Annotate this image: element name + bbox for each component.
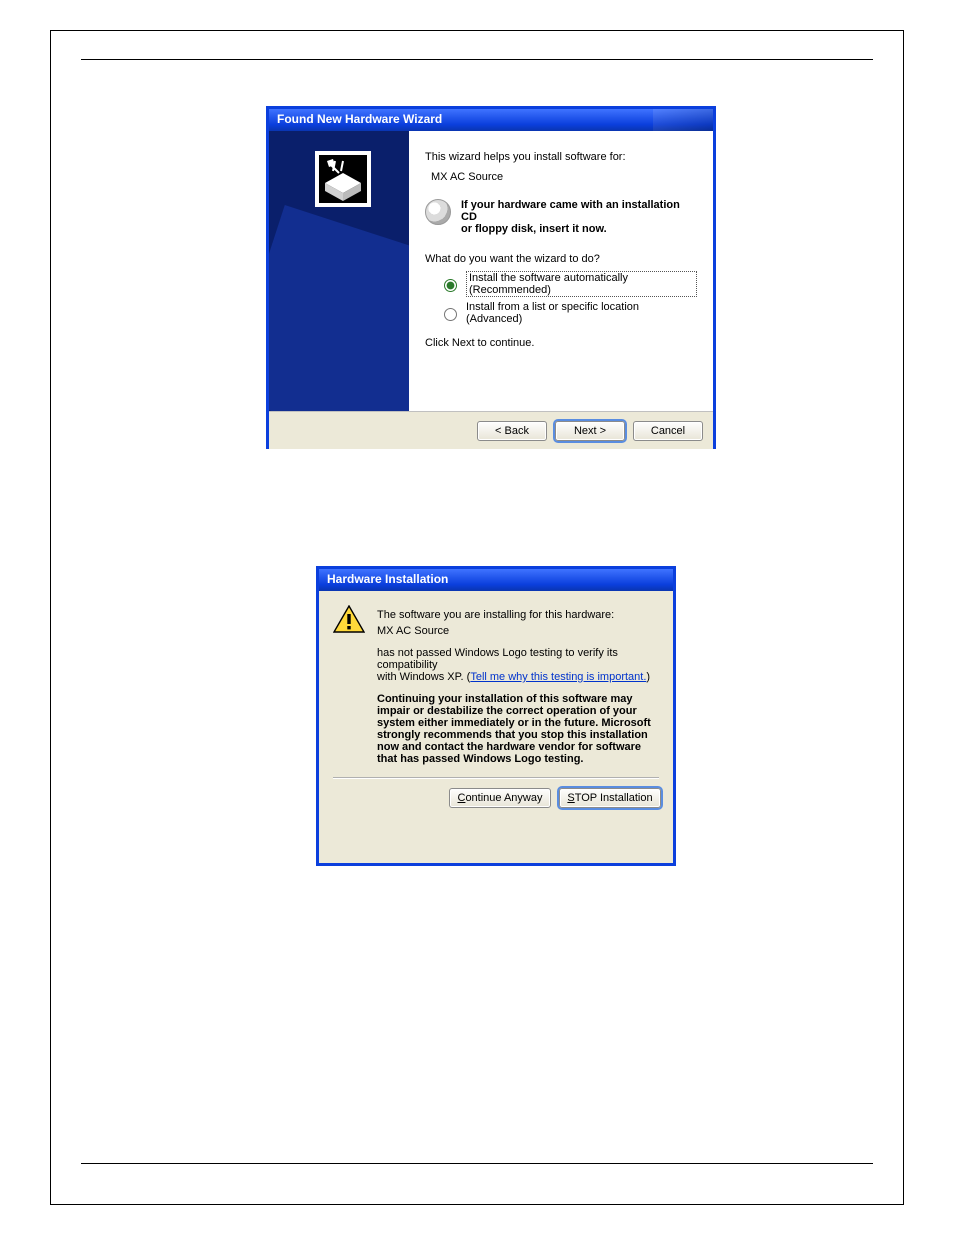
wizard-side-panel (269, 131, 409, 411)
found-new-hardware-wizard-dialog: Found New Hardware Wizard (266, 106, 716, 449)
wizard-continue-hint: Click Next to continue. (425, 337, 697, 349)
wizard-button-row: < Back Next > Cancel (269, 411, 713, 449)
hardware-box-icon (315, 151, 371, 207)
next-button[interactable]: Next > (555, 421, 625, 441)
wizard-title: Found New Hardware Wizard (277, 112, 442, 126)
hwinst-logo-test-text: has not passed Windows Logo testing to v… (377, 647, 659, 683)
hwinst-button-row: Continue Anyway STOP Installation (319, 778, 673, 808)
cd-icon (425, 199, 451, 225)
wizard-device-name: MX AC Source (431, 171, 697, 183)
radio-install-from-list-input[interactable] (444, 308, 457, 321)
wizard-intro-text: This wizard helps you install software f… (425, 151, 697, 163)
hardware-installation-dialog: Hardware Installation The software you a… (316, 566, 676, 866)
logo-testing-link[interactable]: Tell me why this testing is important. (470, 671, 646, 683)
cancel-button[interactable]: Cancel (633, 421, 703, 441)
wizard-question: What do you want the wizard to do? (425, 253, 697, 265)
hwinst-titlebar[interactable]: Hardware Installation (319, 569, 673, 591)
radio-install-automatic-label: Install the software automatically (Reco… (466, 271, 697, 297)
radio-install-from-list[interactable]: Install from a list or specific location… (439, 301, 697, 325)
continue-anyway-button[interactable]: Continue Anyway (449, 788, 551, 808)
wizard-cd-instruction: If your hardware came with an installati… (461, 199, 697, 235)
hwinst-title: Hardware Installation (327, 572, 448, 586)
hwinst-warning-bold: Continuing your installation of this sof… (377, 693, 659, 765)
wizard-titlebar[interactable]: Found New Hardware Wizard (269, 109, 713, 131)
stop-installation-button[interactable]: STOP Installation (559, 788, 661, 808)
radio-install-from-list-label: Install from a list or specific location… (466, 301, 697, 325)
back-button[interactable]: < Back (477, 421, 547, 441)
radio-install-automatic-input[interactable] (444, 279, 457, 292)
warning-icon (333, 605, 365, 633)
radio-install-automatic[interactable]: Install the software automatically (Reco… (439, 271, 697, 297)
hwinst-device-name: MX AC Source (377, 625, 659, 637)
hwinst-line1: The software you are installing for this… (377, 609, 659, 621)
